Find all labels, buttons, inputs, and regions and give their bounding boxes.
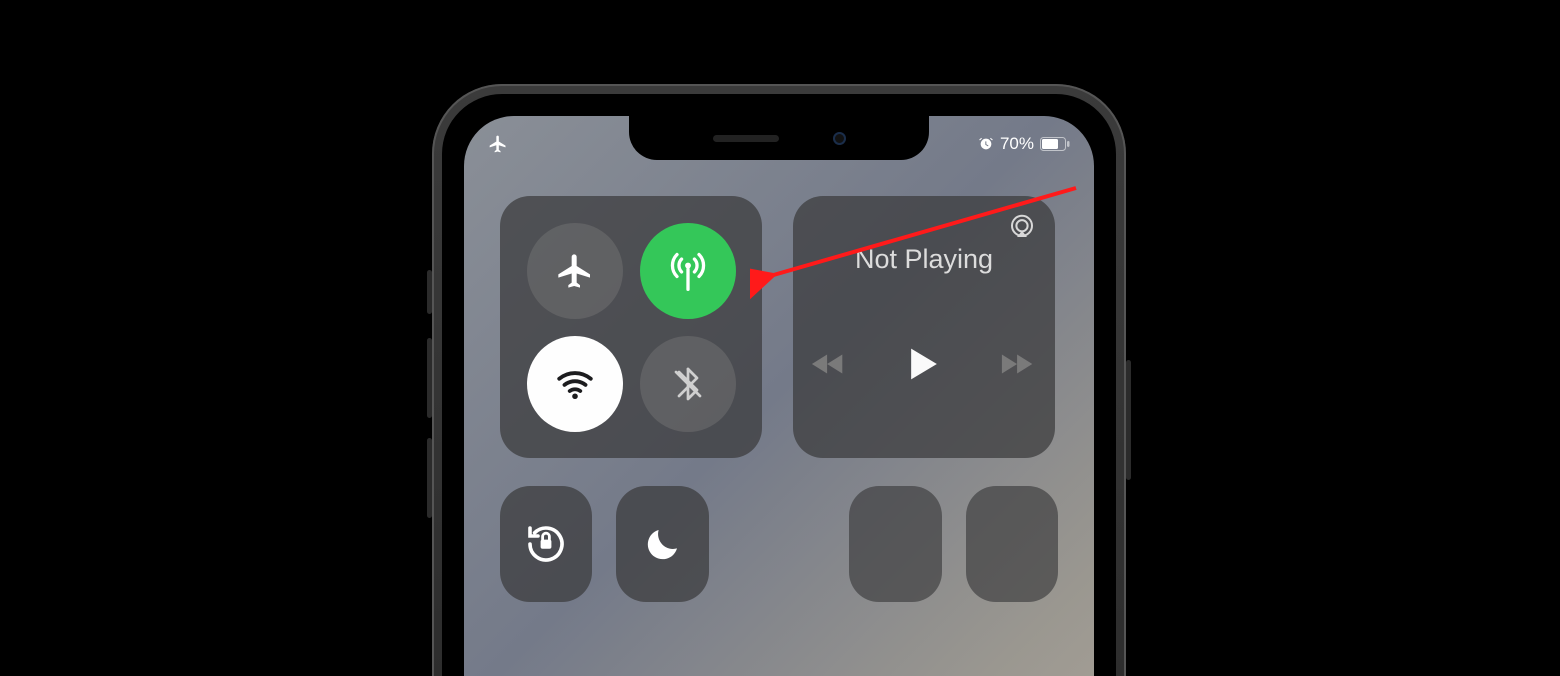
next-track-button[interactable] [1000,350,1038,378]
rewind-icon [810,350,848,378]
play-button[interactable] [908,346,940,382]
power-button [1126,360,1131,480]
cellular-toggle[interactable] [640,223,736,319]
notch [629,116,929,160]
wifi-toggle[interactable] [527,336,623,432]
volume-slider[interactable] [966,486,1058,602]
volume-up-button [427,338,432,418]
front-camera [833,132,846,145]
alarm-icon [978,136,994,152]
battery-icon [1040,137,1070,151]
forward-icon [1000,350,1038,378]
bluetooth-off-icon [670,366,706,402]
airplane-icon [555,251,595,291]
connectivity-tile[interactable] [500,196,762,458]
moon-icon [642,523,684,565]
media-tile[interactable]: Not Playing [793,196,1055,458]
do-not-disturb-tile[interactable] [616,486,708,602]
speaker-grill [713,135,779,142]
volume-down-button [427,438,432,518]
airplane-mode-toggle[interactable] [527,223,623,319]
battery-percent-label: 70% [1000,134,1034,154]
previous-track-button[interactable] [810,350,848,378]
orientation-lock-icon [522,520,570,568]
orientation-lock-tile[interactable] [500,486,592,602]
wifi-icon [554,363,596,405]
airplay-icon[interactable] [1007,212,1037,242]
airplane-status-icon [488,134,508,154]
phone-frame: 70% [432,84,1126,676]
media-title: Not Playing [793,244,1055,275]
play-icon [908,346,940,382]
cellular-antenna-icon [666,249,710,293]
brightness-slider[interactable] [849,486,941,602]
screen: 70% [464,116,1094,676]
bluetooth-toggle[interactable] [640,336,736,432]
mute-switch [427,270,432,314]
control-center: Not Playing [464,116,1094,676]
